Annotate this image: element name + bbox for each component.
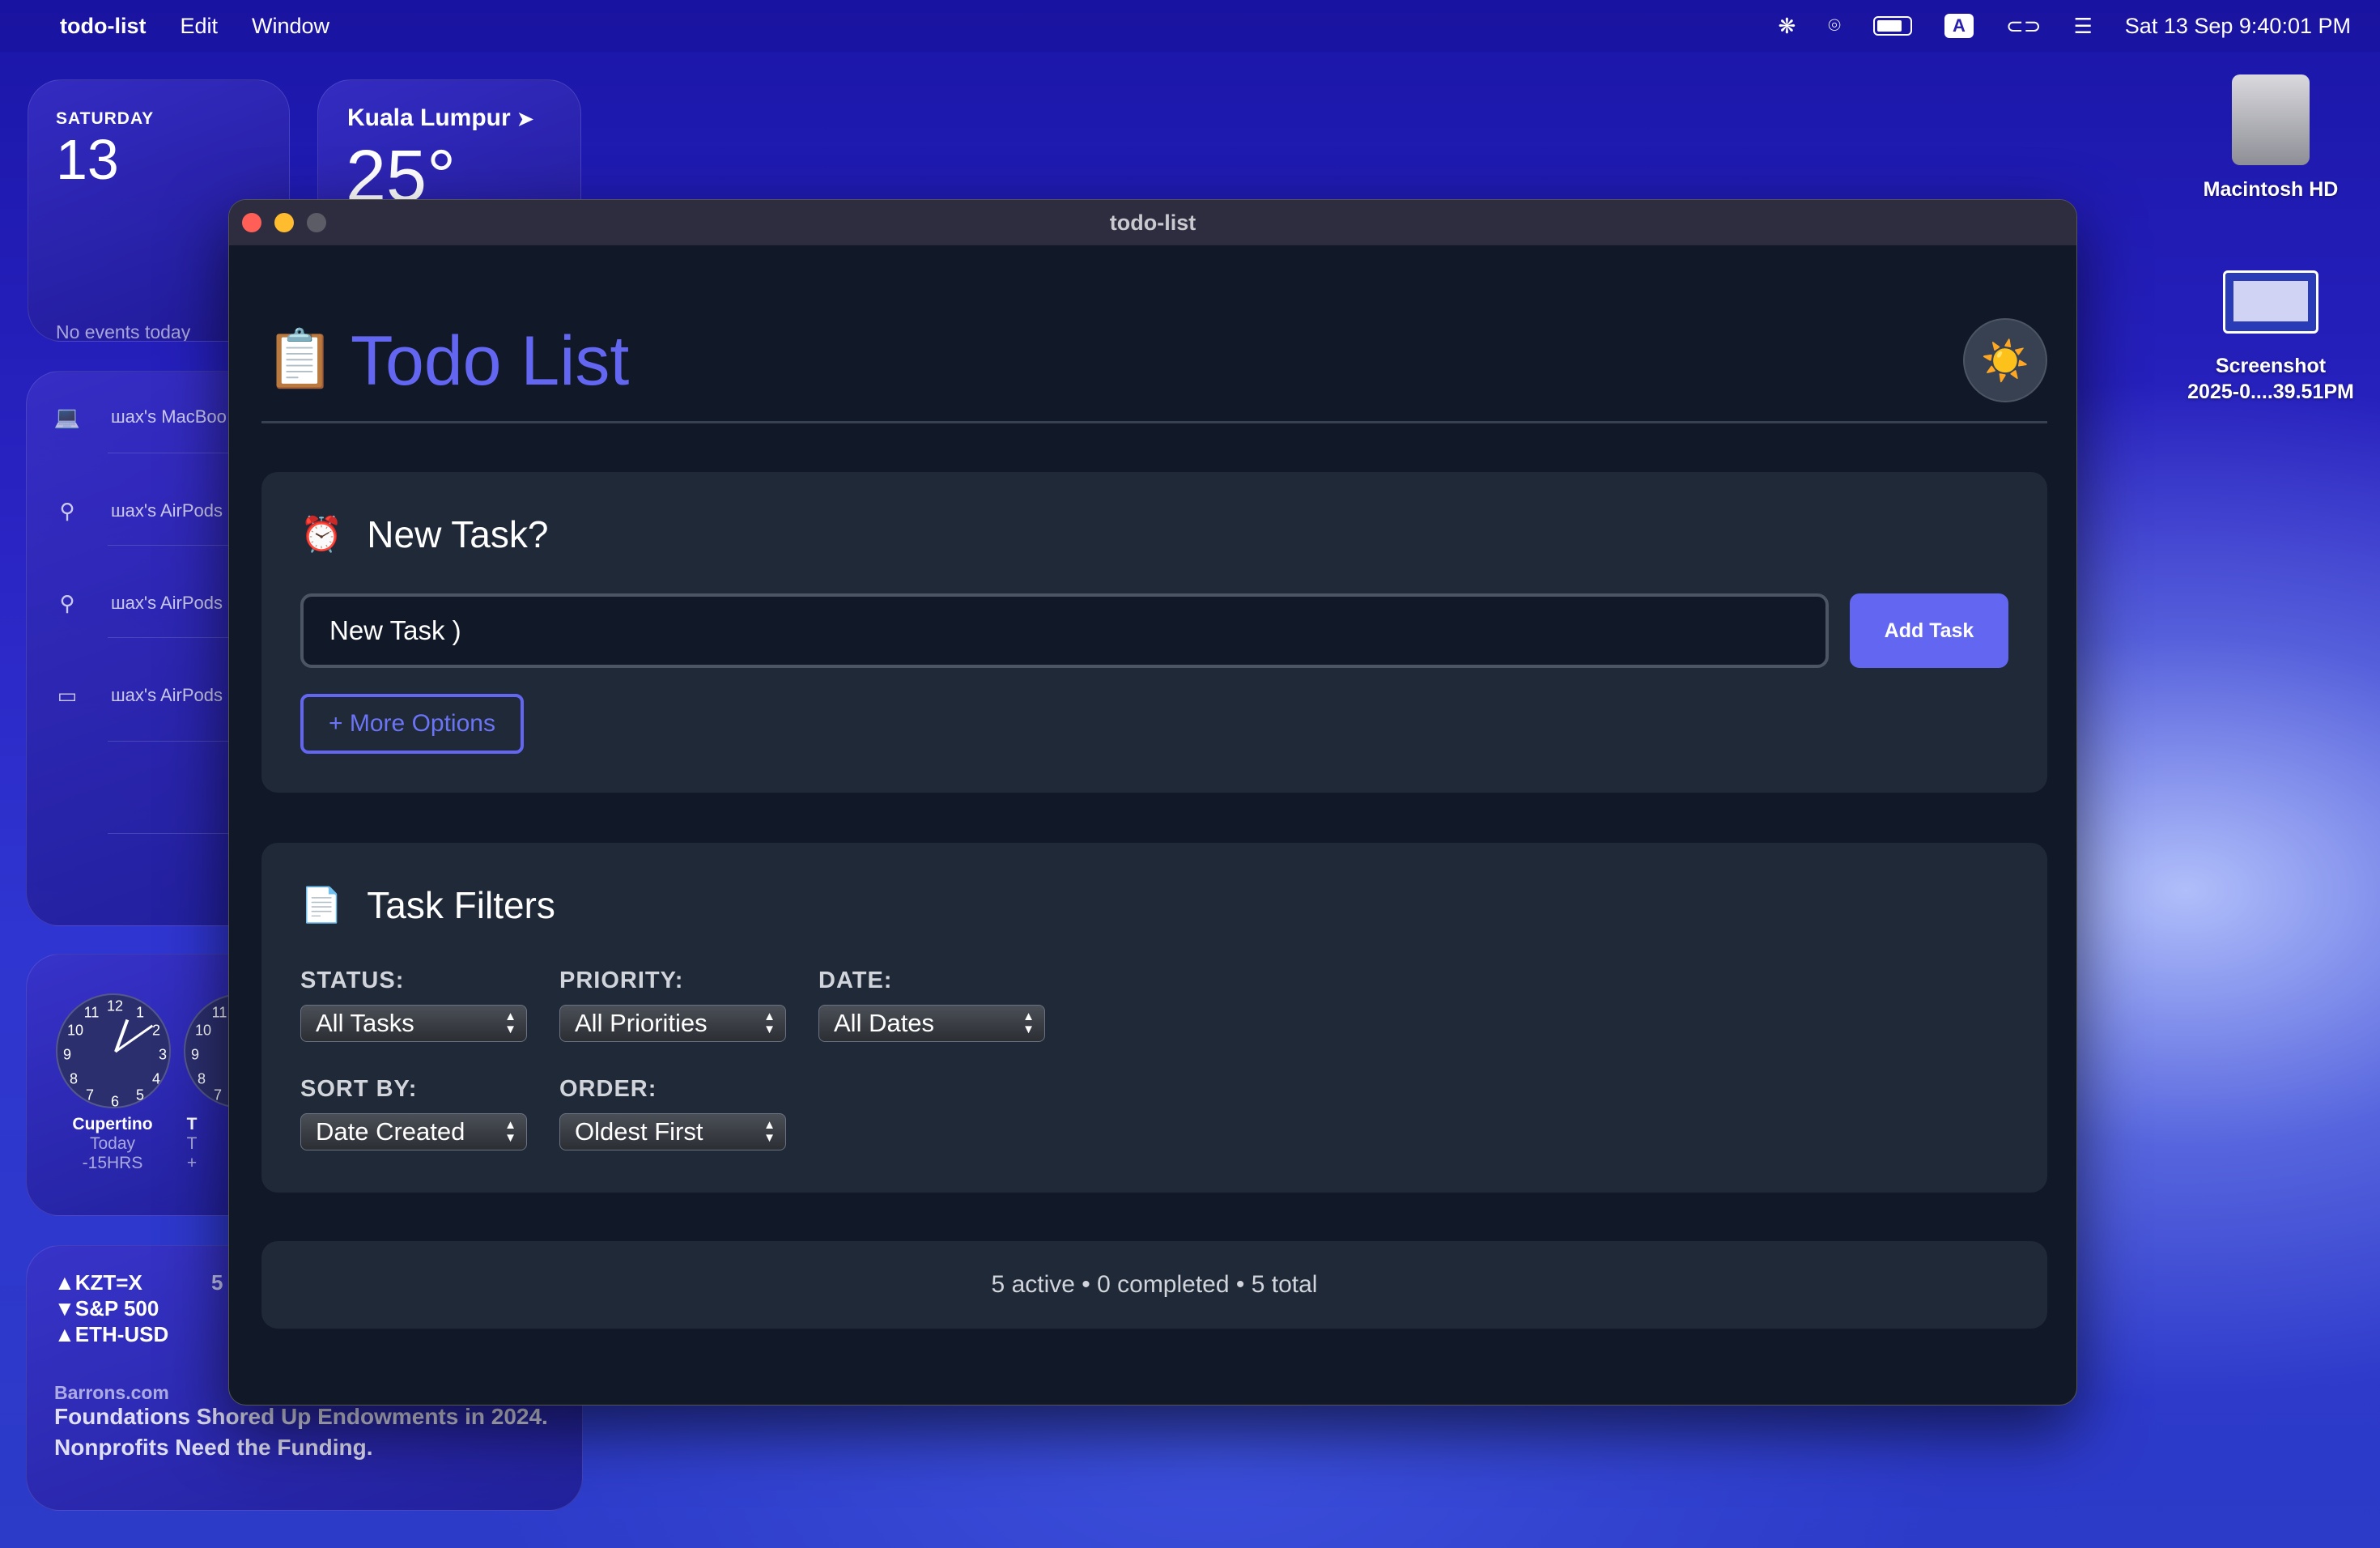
select-arrows-icon: ▲ ▼ <box>504 1118 516 1145</box>
menu-bar: todo-list Edit Window ❋ ⌾ A ⊂⊃ ☰ Sat 13 … <box>0 0 2380 52</box>
sort-by-select-value: Date Created <box>316 1117 465 1146</box>
clock-day: Today <box>89 1134 136 1153</box>
clock-face-icon: 12 1 2 345 678 9 10 11 <box>56 993 171 1110</box>
clipboard-icon: 📋 <box>265 327 336 390</box>
weather-city: Kuala Lumpur ➤ <box>347 104 533 132</box>
focus-icon[interactable]: ❋ <box>1779 14 1796 38</box>
airpods-icon[interactable]: ⌾ <box>1828 13 1841 38</box>
app-content: 📋 Todo List ☀️ ⏰ New Task? Add Task + Mo… <box>261 245 2047 1329</box>
stock-symbol: ▲ETH-USD <box>54 1322 169 1346</box>
calendar-day: SATURDAY <box>56 109 155 128</box>
filters-heading: 📄 Task Filters <box>300 883 555 927</box>
clock-caption: T T + <box>176 1115 208 1173</box>
close-window-icon[interactable] <box>242 213 261 232</box>
battery-row: 💻 шax's MacBoo <box>51 393 227 441</box>
priority-select-value: All Priorities <box>575 1009 708 1037</box>
stock-value: 5 <box>211 1270 223 1295</box>
window-title: todo-list <box>1109 210 1196 235</box>
date-label: DATE: <box>818 968 893 993</box>
minimize-window-icon[interactable] <box>274 213 294 232</box>
task-filters-card: 📄 Task Filters STATUS: All Tasks ▲ ▼ PRIOR… <box>261 843 2047 1193</box>
status-select-value: All Tasks <box>316 1009 414 1037</box>
stock-symbol: ▲KZT=X <box>54 1270 142 1295</box>
calendar-events: No events today <box>56 321 191 342</box>
status-label: STATUS: <box>300 968 405 993</box>
app-window: todo-list 📋 Todo List ☀️ ⏰ New Task? Add… <box>228 199 2077 1406</box>
sort-by-select[interactable]: Date Created ▲ ▼ <box>300 1113 527 1150</box>
battery-row: ⚲ шax's AirPods <box>51 487 223 535</box>
hard-drive-icon <box>2232 74 2310 165</box>
battery-device-name: шax's AirPods <box>111 593 223 613</box>
stats-bar: 5 active • 0 completed • 5 total <box>261 1241 2047 1329</box>
menu-window[interactable]: Window <box>252 14 329 39</box>
stock-symbol: ▼S&P 500 <box>54 1296 159 1320</box>
task-stats: 5 active • 0 completed • 5 total <box>991 1271 1318 1298</box>
screenshot-thumbnail-icon <box>2223 270 2318 334</box>
more-options-button[interactable]: + More Options <box>300 694 524 754</box>
news-headline[interactable]: Foundations Shored Up Endowments in 2024… <box>54 1401 556 1463</box>
page-title: Todo List <box>351 322 630 400</box>
sun-icon: ☀️ <box>1981 339 2029 383</box>
date-select[interactable]: All Dates ▲ ▼ <box>818 1005 1045 1042</box>
order-select[interactable]: Oldest First ▲ ▼ <box>559 1113 786 1150</box>
clock-city: T <box>186 1115 198 1133</box>
desktop-icon-label: Macintosh HD <box>2203 178 2339 201</box>
order-select-value: Oldest First <box>575 1117 703 1146</box>
select-arrows-icon: ▲ ▼ <box>1022 1010 1035 1036</box>
desktop-icon-label: Screenshot 2025-0....39.51PM <box>2187 355 2354 403</box>
priority-label: PRIORITY: <box>559 968 684 993</box>
calendar-date: 13 <box>56 128 119 191</box>
order-label: ORDER: <box>559 1076 657 1102</box>
menu-edit[interactable]: Edit <box>180 14 218 39</box>
input-source-icon[interactable]: A <box>1944 14 1974 38</box>
weather-city-label: Kuala Lumpur <box>347 104 511 131</box>
airpods-case-icon: ▭ <box>57 683 78 708</box>
battery-row: ⚲ шax's AirPods <box>51 579 223 627</box>
select-arrows-icon: ▲ ▼ <box>504 1010 516 1036</box>
window-titlebar[interactable]: todo-list <box>229 200 2076 245</box>
select-arrows-icon: ▲ ▼ <box>763 1010 776 1036</box>
menu-app-name[interactable]: todo-list <box>60 14 146 39</box>
status-select[interactable]: All Tasks ▲ ▼ <box>300 1005 527 1042</box>
app-header: 📋 Todo List ☀️ <box>261 245 2047 423</box>
airpod-left-icon: ⚲ <box>59 498 75 523</box>
clock-caption: Cupertino Today -15HRS <box>48 1115 177 1173</box>
traffic-lights <box>242 213 326 232</box>
location-arrow-icon: ➤ <box>517 108 534 130</box>
document-icon: 📄 <box>300 885 343 924</box>
date-select-value: All Dates <box>834 1009 935 1037</box>
new-task-heading: ⏰ New Task? <box>300 512 548 556</box>
news-source: Barrons.com <box>54 1382 169 1403</box>
zoom-window-icon[interactable] <box>307 213 326 232</box>
new-task-heading-text: New Task? <box>367 513 549 555</box>
clock-day: T <box>186 1134 198 1153</box>
clock-offset: -15HRS <box>82 1154 143 1172</box>
alarm-clock-icon: ⏰ <box>300 514 343 553</box>
clock-offset: + <box>186 1154 198 1172</box>
desktop-icon-screenshot[interactable]: Screenshot 2025-0....39.51PM <box>2170 270 2372 405</box>
filters-heading-text: Task Filters <box>367 884 555 926</box>
battery-device-name: шax's AirPods <box>111 500 223 521</box>
new-task-input[interactable] <box>300 593 1829 668</box>
priority-select[interactable]: All Priorities ▲ ▼ <box>559 1005 786 1042</box>
sort-by-label: SORT BY: <box>300 1076 418 1102</box>
add-task-button[interactable]: Add Task <box>1850 593 2008 668</box>
new-task-card: ⏰ New Task? Add Task + More Options <box>261 472 2047 793</box>
control-center-icon[interactable]: ☰ <box>2073 14 2092 38</box>
laptop-icon: 💻 <box>53 404 81 429</box>
airpod-right-icon: ⚲ <box>59 590 75 615</box>
battery-icon[interactable] <box>1872 16 1912 36</box>
battery-row: ▭ шax's AirPods <box>51 671 223 720</box>
screen-mirroring-icon[interactable]: ⊂⊃ <box>2006 14 2042 38</box>
battery-device-name: шax's AirPods <box>111 685 223 705</box>
battery-device-name: шax's MacBoo <box>111 406 227 427</box>
menu-clock[interactable]: Sat 13 Sep 9:40:01 PM <box>2125 14 2351 39</box>
select-arrows-icon: ▲ ▼ <box>763 1118 776 1145</box>
clock-city: Cupertino <box>72 1115 153 1133</box>
status-area: ❋ ⌾ A ⊂⊃ ☰ Sat 13 Sep 9:40:01 PM <box>1779 13 2351 39</box>
desktop-icon-macintosh-hd[interactable]: Macintosh HD <box>2186 74 2356 202</box>
theme-toggle-button[interactable]: ☀️ <box>1963 318 2047 402</box>
